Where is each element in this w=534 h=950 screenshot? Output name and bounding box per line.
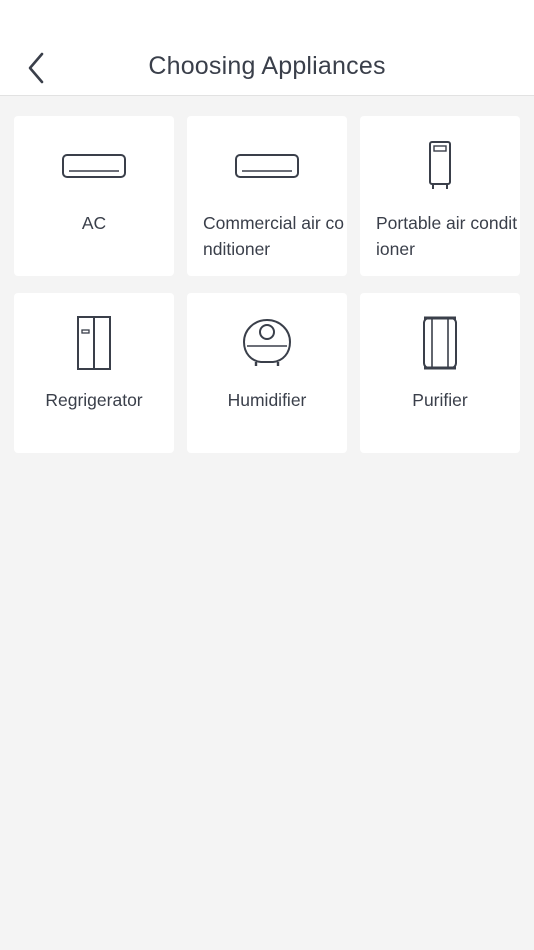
purifier-icon <box>360 315 520 371</box>
refrigerator-icon <box>14 315 174 371</box>
appliance-card-humidifier[interactable]: Humidifier <box>187 293 347 453</box>
commercial-ac-icon <box>187 138 347 194</box>
portable-ac-icon <box>360 138 520 194</box>
appliance-label: Portable air conditioner <box>376 213 518 259</box>
appliance-label: Humidifier <box>227 390 307 410</box>
appliance-card-ac[interactable]: AC <box>14 116 174 276</box>
appliance-label: Commercial air conditioner <box>203 213 344 259</box>
wall-ac-icon <box>14 138 174 194</box>
appliance-grid: AC Commercial air conditioner Portable a… <box>14 116 520 453</box>
appliance-card-purifier[interactable]: Purifier <box>360 293 520 453</box>
appliance-card-portable-ac[interactable]: Portable air conditioner <box>360 116 520 276</box>
page-title: Choosing Appliances <box>148 52 386 80</box>
appliance-label: Purifier <box>412 390 468 410</box>
humidifier-icon <box>187 315 347 371</box>
appliance-card-refrigerator[interactable]: Regrigerator <box>14 293 174 453</box>
appliance-label: AC <box>81 213 107 233</box>
appliance-card-commercial-ac[interactable]: Commercial air conditioner <box>187 116 347 276</box>
appliance-label: Regrigerator <box>45 390 143 410</box>
top-bar: Choosing Appliances <box>0 0 534 96</box>
